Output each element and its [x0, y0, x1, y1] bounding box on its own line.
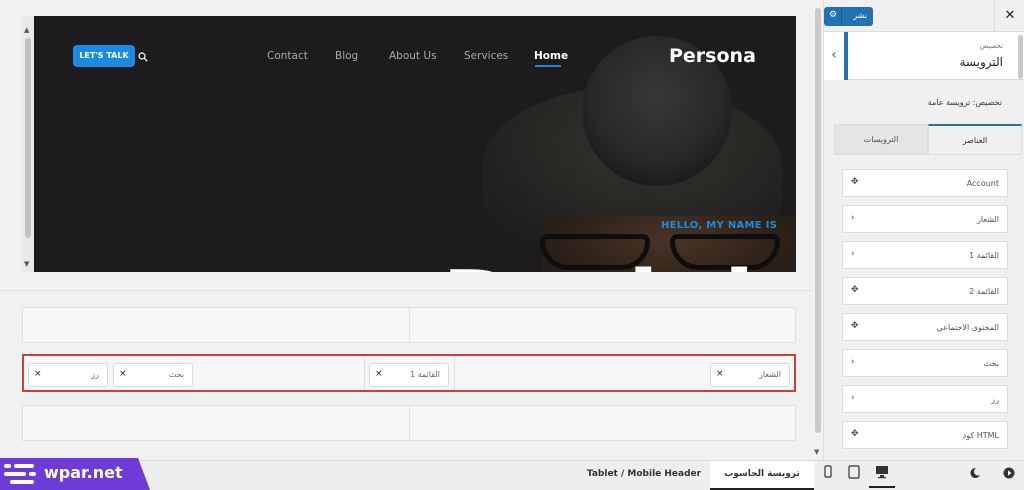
- nav-about-us[interactable]: About Us: [389, 50, 437, 62]
- nav-home[interactable]: Home: [534, 50, 568, 62]
- remove-icon[interactable]: ×: [375, 369, 383, 379]
- section-header: ‹ تخصيص الترويسة: [824, 32, 1024, 80]
- publish-label: نشر: [853, 11, 867, 20]
- wpar-logo-text: wpar.net: [44, 463, 123, 482]
- sidebar-tabs: الترويسات العناصر: [834, 124, 1022, 154]
- hero-name: Dariel: [442, 252, 757, 272]
- desktop-preview-icon[interactable]: [869, 462, 895, 488]
- section-description: تخصيص: ترويسة عامة: [927, 98, 1002, 107]
- element-logo[interactable]: › الشعار: [842, 205, 1008, 233]
- item-label: بحث: [168, 370, 184, 379]
- move-icon[interactable]: ✥: [851, 177, 859, 187]
- remove-icon[interactable]: ×: [119, 369, 127, 379]
- nav-blog[interactable]: Blog: [335, 50, 358, 62]
- nav-active-indicator: [535, 65, 561, 67]
- outer-scroll-down-icon[interactable]: ▼: [814, 448, 819, 456]
- site-preview[interactable]: Dariel LET'S TALK Contact Blog About Us …: [22, 16, 796, 272]
- element-label: كود HTML: [962, 431, 999, 440]
- element-html[interactable]: ✥ كود HTML: [842, 421, 1008, 449]
- element-label: القائمة 2: [969, 287, 999, 296]
- element-account[interactable]: ✥ Account: [842, 169, 1008, 197]
- lets-talk-button[interactable]: LET'S TALK: [73, 45, 135, 67]
- element-label: Account: [966, 179, 999, 188]
- tablet-preview-icon[interactable]: [841, 462, 867, 488]
- chevron-icon[interactable]: ›: [851, 213, 855, 223]
- remove-icon[interactable]: ×: [716, 369, 724, 379]
- tab-desktop-header[interactable]: ترويسة الحاسوب: [710, 461, 814, 490]
- section-title: الترويسة: [959, 55, 1003, 69]
- element-search[interactable]: › بحث: [842, 349, 1008, 377]
- element-label: الشعار: [977, 215, 999, 224]
- search-icon[interactable]: [138, 52, 148, 62]
- tab-headers[interactable]: الترويسات: [834, 124, 928, 154]
- move-icon[interactable]: ✥: [851, 321, 859, 331]
- column-divider: [454, 356, 455, 390]
- item-label: القائمة 1: [410, 370, 440, 379]
- column-divider: [409, 406, 410, 440]
- preview-scroll-thumb[interactable]: [25, 38, 31, 238]
- remove-icon[interactable]: ×: [34, 369, 42, 379]
- dark-mode-icon[interactable]: [962, 462, 988, 488]
- element-label: رز: [991, 395, 999, 404]
- site-brand[interactable]: Persona: [669, 45, 756, 67]
- move-icon[interactable]: ✥: [851, 285, 859, 295]
- element-menu-2[interactable]: ✥ القائمة 2: [842, 277, 1008, 305]
- element-label: القائمة 1: [969, 251, 999, 260]
- outer-scroll-thumb[interactable]: [815, 8, 821, 433]
- builder-main-row[interactable]: × رز × بحث × القائمة 1 × الشعار: [22, 354, 796, 392]
- builder-item-button[interactable]: × رز: [28, 363, 108, 387]
- chevron-icon[interactable]: ›: [851, 249, 855, 259]
- builder-bottom-row[interactable]: [22, 405, 796, 441]
- wpar-logo-icon: [4, 464, 36, 484]
- gear-icon[interactable]: ⚙: [829, 10, 837, 20]
- scroll-up-icon[interactable]: ▲: [24, 26, 29, 34]
- tabs-divider: [834, 154, 1022, 155]
- back-chevron-icon[interactable]: ‹: [824, 32, 848, 80]
- outer-scrollbar[interactable]: ▼: [813, 0, 823, 460]
- breadcrumb: تخصيص: [979, 42, 1003, 50]
- element-button[interactable]: › رز: [842, 385, 1008, 413]
- hero-kicker: HELLO, MY NAME IS: [661, 220, 778, 231]
- tab-tablet-mobile-header[interactable]: Tablet / Mobile Header: [578, 461, 710, 490]
- scroll-down-icon[interactable]: ▼: [24, 260, 29, 268]
- customizer-sidebar: ⚙ نشر ✕ ‹ تخصيص الترويسة تخصيص: ترويسة ع…: [823, 0, 1024, 460]
- preview-scrollbar[interactable]: ▲ ▼: [22, 16, 34, 272]
- nav-contact[interactable]: Contact: [267, 50, 308, 62]
- element-label: بحث: [983, 359, 999, 368]
- nav-services[interactable]: Services: [464, 50, 508, 62]
- builder-top-row[interactable]: [22, 307, 796, 343]
- column-divider: [364, 356, 365, 390]
- element-social[interactable]: ✥ المحتوى الاجتماعي: [842, 313, 1008, 341]
- publish-button[interactable]: ⚙ نشر: [824, 7, 873, 26]
- builder-item-menu-1[interactable]: × القائمة 1: [369, 363, 449, 387]
- builder-item-logo[interactable]: × الشعار: [710, 363, 790, 387]
- chevron-icon[interactable]: ›: [851, 393, 855, 403]
- sidebar-scroll-thumb[interactable]: [1018, 35, 1023, 79]
- move-icon[interactable]: ✥: [851, 429, 859, 439]
- column-divider: [409, 308, 410, 342]
- play-preview-icon[interactable]: [996, 462, 1022, 488]
- builder-item-search[interactable]: × بحث: [113, 363, 193, 387]
- chevron-icon[interactable]: ›: [851, 357, 855, 367]
- close-icon[interactable]: ✕: [994, 0, 1024, 32]
- item-label: رز: [91, 370, 99, 379]
- item-label: الشعار: [759, 370, 781, 379]
- sidebar-topbar: ⚙ نشر ✕: [824, 0, 1024, 32]
- tab-elements[interactable]: العناصر: [928, 124, 1022, 154]
- element-menu-1[interactable]: › القائمة 1: [842, 241, 1008, 269]
- element-label: المحتوى الاجتماعي: [936, 323, 999, 332]
- preview-divider: [0, 290, 815, 291]
- mobile-preview-icon[interactable]: [815, 462, 841, 488]
